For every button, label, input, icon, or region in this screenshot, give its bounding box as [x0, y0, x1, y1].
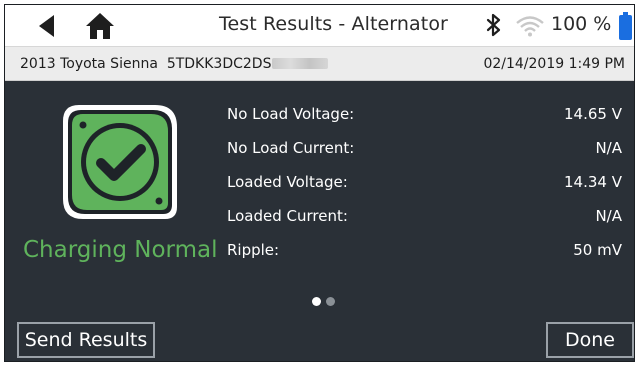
- result-label-no-load-voltage: No Load Voltage:: [227, 105, 355, 123]
- device-screen: Test Results - Alternator 100 % 2013 Toy…: [4, 4, 635, 362]
- bluetooth-icon: [486, 13, 501, 37]
- result-label-no-load-current: No Load Current:: [227, 139, 355, 157]
- result-label-loaded-voltage: Loaded Voltage:: [227, 173, 348, 191]
- test-datetime: 02/14/2019 1:49 PM: [483, 56, 625, 72]
- page-indicator-dot-active[interactable]: [312, 297, 321, 306]
- check-badge-icon: [63, 105, 177, 219]
- back-button[interactable]: [31, 10, 63, 42]
- done-button[interactable]: Done: [546, 322, 634, 358]
- wifi-icon: [516, 16, 544, 37]
- home-button[interactable]: [84, 10, 116, 42]
- battery-percent: 100 %: [551, 13, 612, 35]
- result-label-loaded-current: Loaded Current:: [227, 207, 348, 225]
- page-title: Test Results - Alternator: [219, 13, 448, 35]
- top-bar: Test Results - Alternator 100 %: [5, 5, 634, 47]
- vehicle-info: 2013 Toyota Sienna 5TDKK3DC2DS: [20, 56, 329, 72]
- back-arrow-icon: [39, 15, 54, 37]
- status-label: Charging Normal: [23, 237, 218, 263]
- send-results-button[interactable]: Send Results: [17, 322, 155, 358]
- page-indicator-dot[interactable]: [326, 297, 335, 306]
- result-label-ripple: Ripple:: [227, 241, 280, 259]
- result-value-loaded-voltage: 14.34 V: [564, 173, 622, 191]
- result-value-loaded-current: N/A: [595, 207, 622, 225]
- vin-redaction: [272, 58, 329, 69]
- vehicle-vin: 5TDKK3DC2DS: [166, 56, 272, 72]
- home-icon: [86, 13, 114, 39]
- vehicle-description: 2013 Toyota Sienna: [20, 56, 158, 72]
- vehicle-info-bar: 2013 Toyota Sienna 5TDKK3DC2DS 02/14/201…: [5, 47, 634, 81]
- battery-icon: [619, 12, 632, 40]
- result-value-no-load-current: N/A: [595, 139, 622, 157]
- result-value-ripple: 50 mV: [573, 241, 622, 259]
- result-value-no-load-voltage: 14.65 V: [564, 105, 622, 123]
